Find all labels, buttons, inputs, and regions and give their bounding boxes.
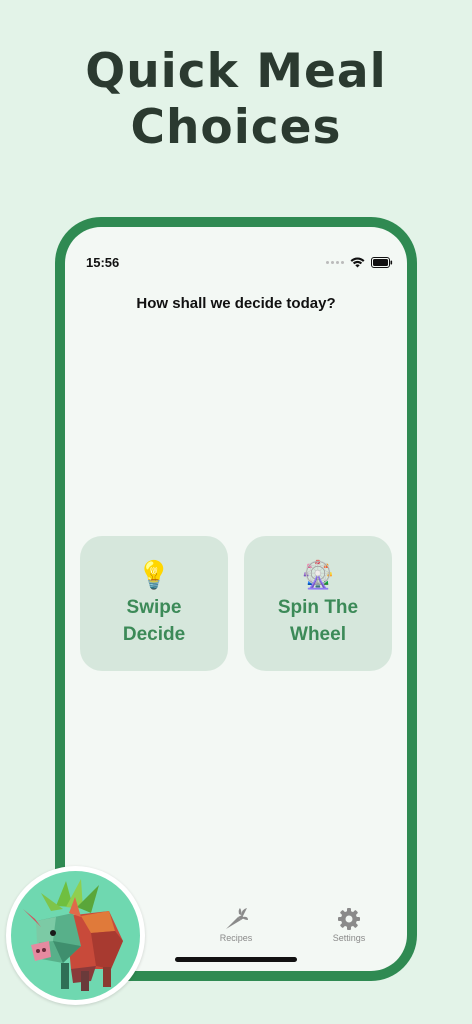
tab-recipes[interactable]: Recipes <box>201 907 271 943</box>
status-icons <box>326 257 393 268</box>
signal-icon <box>326 261 344 264</box>
home-indicator <box>175 957 297 962</box>
spin-the-wheel-label: Spin The Wheel <box>258 594 378 648</box>
phone-frame: 15:56 How shall we decide today? 💡 Swipe… <box>55 217 417 981</box>
tab-recipes-label: Recipes <box>219 933 253 943</box>
headline-line-2: Choices <box>130 100 342 155</box>
spin-the-wheel-label-line-1: Spin The <box>277 596 359 618</box>
status-time: 15:56 <box>86 255 120 270</box>
battery-icon <box>371 257 393 268</box>
decide-question: How shall we decide today? <box>136 295 336 312</box>
promo-headline: Quick Meal Choices <box>0 44 472 156</box>
mascot-badge <box>6 866 145 1005</box>
lowpoly-pig-mascot-icon <box>11 871 140 1000</box>
tab-settings-label: Settings <box>332 933 366 943</box>
swipe-decide-label-line-2: Decide <box>122 623 186 645</box>
lightbulb-icon: 💡 <box>137 559 171 590</box>
swipe-decide-button[interactable]: 💡 Swipe Decide <box>80 536 228 671</box>
spin-the-wheel-button[interactable]: 🎡 Spin The Wheel <box>244 536 392 671</box>
headline-line-1: Quick Meal <box>85 44 387 99</box>
spin-the-wheel-label-line-2: Wheel <box>290 623 346 645</box>
tab-settings[interactable]: Settings <box>314 907 384 943</box>
gear-icon <box>338 908 360 930</box>
ferris-wheel-icon: 🎡 <box>301 559 335 590</box>
swipe-decide-label-line-1: Swipe <box>126 596 182 618</box>
swipe-decide-label: Swipe Decide <box>94 594 214 648</box>
app-screen: 15:56 How shall we decide today? 💡 Swipe… <box>65 227 407 971</box>
carrot-icon <box>226 908 248 929</box>
wifi-icon <box>350 257 365 268</box>
